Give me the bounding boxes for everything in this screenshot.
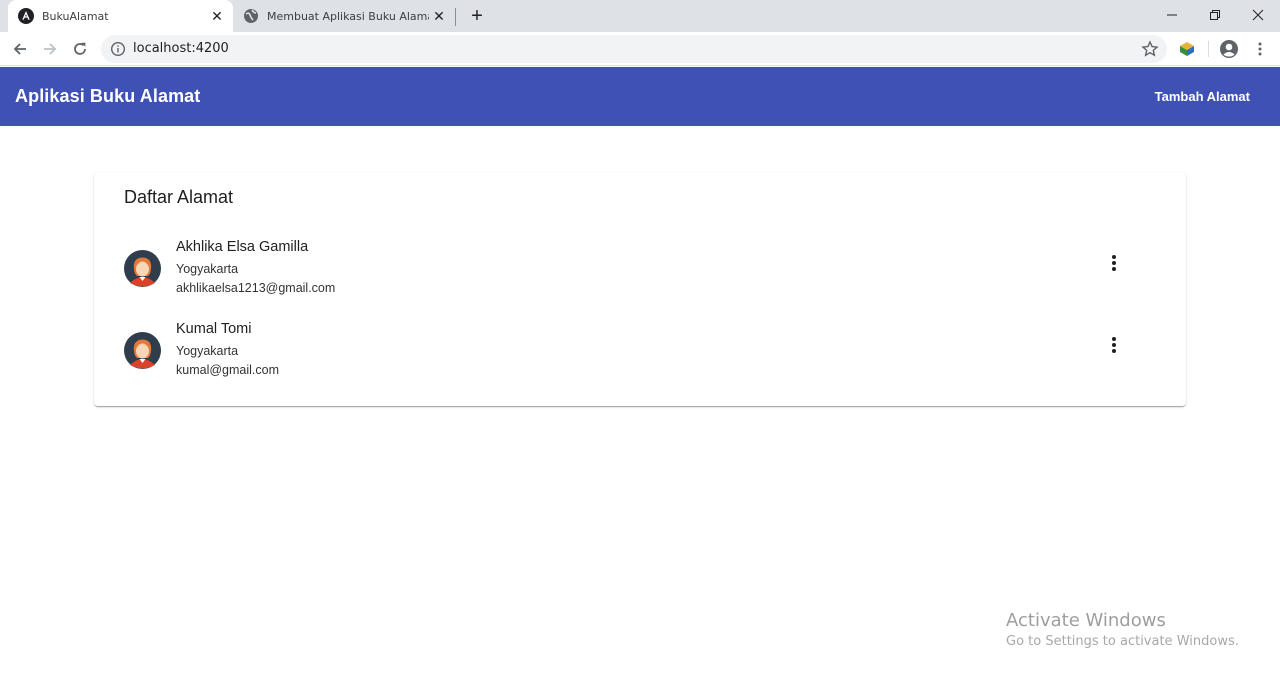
more-vert-icon[interactable] (1102, 333, 1126, 357)
minimize-icon[interactable] (1150, 0, 1194, 30)
address-url: localhost:4200 (133, 41, 229, 56)
browser-toolbar: localhost:4200 (0, 32, 1280, 66)
address-bar[interactable]: localhost:4200 (101, 35, 1167, 63)
forward-arrow-icon[interactable] (38, 37, 62, 61)
app-title: Aplikasi Buku Alamat (15, 86, 201, 106)
angular-icon (18, 8, 34, 24)
info-icon[interactable] (110, 41, 126, 57)
contact-email: kumal@gmail.com (176, 363, 279, 377)
app-toolbar: Aplikasi Buku Alamat Tambah Alamat (0, 67, 1280, 126)
browser-tab-strip: BukuAlamat ✕ Membuat Aplikasi Buku Alama… (0, 0, 1280, 32)
extension-icon[interactable] (1177, 39, 1197, 59)
windows-activation-watermark: Activate Windows Go to Settings to activ… (1006, 610, 1239, 649)
restore-icon[interactable] (1193, 0, 1237, 30)
globe-icon (244, 9, 258, 23)
contact-name: Akhlika Elsa Gamilla (176, 239, 309, 255)
reload-icon[interactable] (68, 37, 92, 61)
contact-city: Yogyakarta (176, 344, 239, 358)
contact-city: Yogyakarta (176, 262, 239, 276)
add-address-button[interactable]: Tambah Alamat (1155, 89, 1250, 104)
contact-item: Kumal Tomi Yogyakarta kumal@gmail.com (124, 321, 1156, 385)
close-window-icon[interactable] (1236, 0, 1280, 30)
browser-menu-icon[interactable] (1250, 39, 1270, 59)
contact-item: Akhlika Elsa Gamilla Yogyakarta akhlikae… (124, 239, 1156, 303)
avatar (124, 250, 161, 287)
close-tab-icon[interactable]: ✕ (429, 6, 449, 26)
more-vert-icon[interactable] (1102, 251, 1126, 275)
tab-membuat-aplikasi[interactable]: Membuat Aplikasi Buku Alamat M ✕ (233, 0, 455, 32)
back-arrow-icon[interactable] (8, 37, 32, 61)
tab-title: BukuAlamat (42, 9, 109, 23)
watermark-subtitle: Go to Settings to activate Windows. (1006, 634, 1239, 649)
contact-email: akhlikaelsa1213@gmail.com (176, 281, 336, 295)
bookmark-star-icon[interactable] (1141, 40, 1159, 58)
profile-avatar-icon[interactable] (1219, 39, 1239, 59)
address-list-card: Daftar Alamat Akhlika Elsa Gamilla Yogya… (94, 173, 1186, 406)
tab-title: Membuat Aplikasi Buku Alamat M (267, 9, 429, 23)
new-tab-icon[interactable]: + (466, 5, 488, 27)
card-title: Daftar Alamat (124, 187, 234, 207)
tab-bukualamat[interactable]: BukuAlamat ✕ (8, 0, 233, 32)
avatar (124, 332, 161, 369)
contact-name: Kumal Tomi (176, 321, 252, 337)
close-tab-icon[interactable]: ✕ (207, 6, 227, 26)
toolbar-separator (1208, 41, 1209, 57)
watermark-title: Activate Windows (1006, 610, 1166, 631)
tab-divider (455, 8, 456, 26)
